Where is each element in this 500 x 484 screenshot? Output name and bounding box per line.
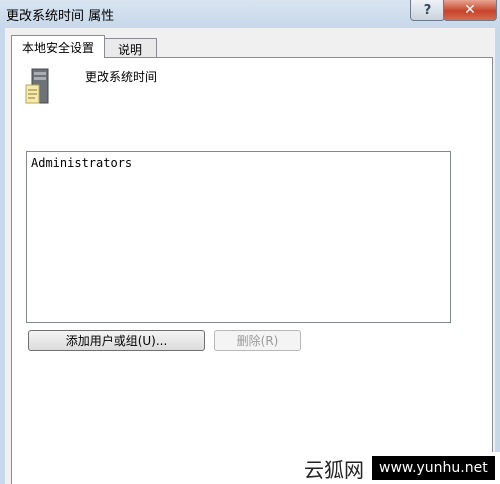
- add-user-or-group-button[interactable]: 添加用户或组(U)...: [28, 330, 205, 351]
- watermark-url: www.yunhu.net: [372, 456, 495, 480]
- tab-local-security-setting[interactable]: 本地安全设置: [11, 35, 105, 58]
- policy-name: 更改系统时间: [85, 70, 158, 84]
- tab-explain[interactable]: 说明: [103, 38, 157, 59]
- window-frame-left: [0, 28, 5, 484]
- window-title: 更改系统时间 属性: [6, 9, 115, 24]
- remove-button[interactable]: 删除(R): [214, 330, 301, 351]
- help-button[interactable]: ?: [410, 0, 445, 21]
- principals-listbox[interactable]: Administrators: [26, 151, 451, 323]
- site-watermark: 云狐网 www.yunhu.net: [292, 452, 500, 484]
- window-frame-right: [495, 28, 500, 484]
- title-bar: 更改系统时间 属性 ? ✕: [0, 0, 500, 28]
- list-item[interactable]: Administrators: [31, 156, 132, 170]
- close-button[interactable]: ✕: [443, 0, 497, 21]
- server-policy-icon: [25, 68, 49, 104]
- watermark-text: 云狐网: [304, 457, 364, 482]
